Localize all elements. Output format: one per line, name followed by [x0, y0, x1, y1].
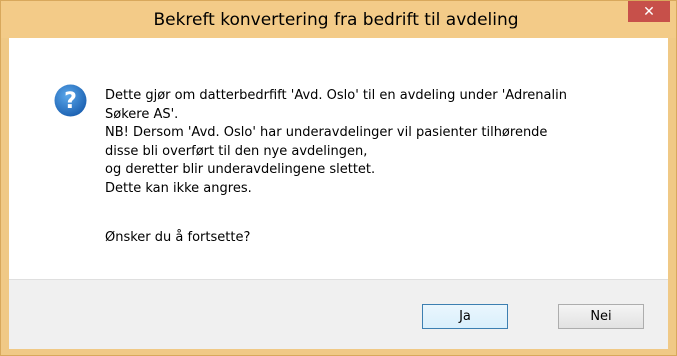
close-button[interactable]: ✕: [628, 1, 670, 22]
dialog-message: Dette gjør om datterbedrfift 'Avd. Oslo'…: [105, 87, 625, 198]
dialog-window: Bekreft konvertering fra bedrift til avd…: [0, 0, 677, 356]
message-line: Søkere AS'.: [105, 106, 179, 122]
message-line: Dette gjør om datterbedrfift 'Avd. Oslo'…: [105, 88, 567, 103]
yes-button[interactable]: Ja: [422, 304, 508, 329]
title-bar[interactable]: Bekreft konvertering fra bedrift til avd…: [1, 1, 676, 38]
message-line: NB! Dersom 'Avd. Oslo' har underavdeling…: [105, 125, 548, 140]
window-title: Bekreft konvertering fra bedrift til avd…: [153, 9, 519, 30]
svg-text:?: ?: [64, 89, 77, 114]
no-button[interactable]: Nei: [558, 304, 644, 329]
close-icon: ✕: [643, 3, 655, 20]
message-line: disse bli overført til den nye avdelinge…: [105, 143, 368, 159]
button-bar: Ja Nei: [9, 279, 668, 349]
message-line: og deretter blir underavdelingene slette…: [105, 162, 376, 177]
question-icon: ?: [54, 84, 87, 117]
confirmation-question: Ønsker du å fortsette?: [105, 230, 251, 245]
message-line: Dette kan ikke angres.: [105, 180, 252, 196]
dialog-content: ? Dette gjør om datterbedrfift 'Avd. Osl…: [9, 38, 668, 349]
